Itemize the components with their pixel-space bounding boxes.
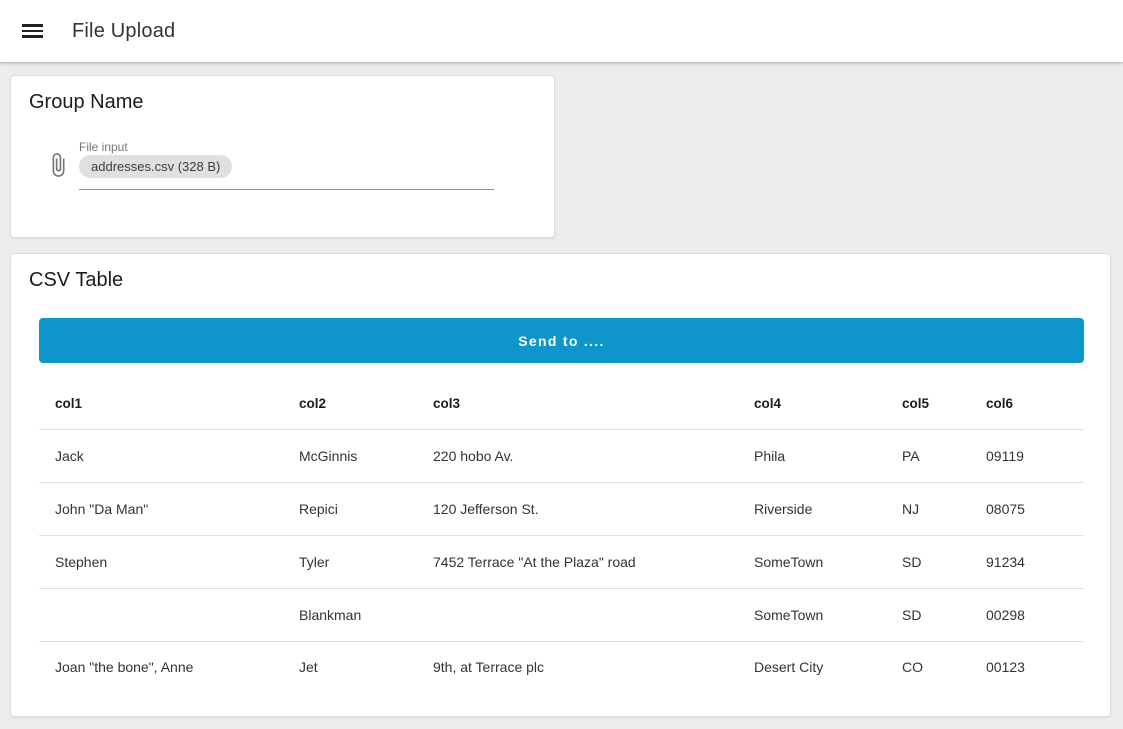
table-cell: 00298 bbox=[970, 588, 1084, 641]
table-row: JackMcGinnis220 hobo Av.PhilaPA09119 bbox=[39, 429, 1084, 482]
table-cell bbox=[417, 588, 738, 641]
card-title-group-name: Group Name bbox=[11, 76, 554, 116]
table-cell: Tyler bbox=[283, 535, 417, 588]
table-cell: SD bbox=[886, 535, 970, 588]
menu-button[interactable] bbox=[22, 19, 46, 43]
column-header-col1: col1 bbox=[39, 379, 283, 429]
page-title: File Upload bbox=[72, 20, 175, 43]
selected-file-chip[interactable]: addresses.csv (328 B) bbox=[79, 155, 232, 178]
table-cell: 9th, at Terrace plc bbox=[417, 641, 738, 693]
file-input-content: File input addresses.csv (328 B) bbox=[79, 141, 494, 190]
table-cell: Riverside bbox=[738, 482, 886, 535]
column-header-col6: col6 bbox=[970, 379, 1084, 429]
table-body: JackMcGinnis220 hobo Av.PhilaPA09119John… bbox=[39, 429, 1084, 693]
group-name-card: Group Name File input addresses.csv (328… bbox=[10, 75, 555, 238]
table-cell: 120 Jefferson St. bbox=[417, 482, 738, 535]
app-bar: File Upload bbox=[0, 0, 1123, 62]
column-header-col3: col3 bbox=[417, 379, 738, 429]
file-input-underline bbox=[79, 189, 494, 190]
file-input[interactable]: File input addresses.csv (328 B) bbox=[45, 141, 554, 190]
csv-table-card: CSV Table Send to .... col1col2col3col4c… bbox=[10, 253, 1111, 717]
table-cell: 08075 bbox=[970, 482, 1084, 535]
hamburger-menu-icon bbox=[22, 24, 43, 27]
table-cell: Joan "the bone", Anne bbox=[39, 641, 283, 693]
column-header-col4: col4 bbox=[738, 379, 886, 429]
table-cell: SD bbox=[886, 588, 970, 641]
table-cell: 09119 bbox=[970, 429, 1084, 482]
table-cell: CO bbox=[886, 641, 970, 693]
table-cell: Blankman bbox=[283, 588, 417, 641]
table-cell: John "Da Man" bbox=[39, 482, 283, 535]
table-cell: Jet bbox=[283, 641, 417, 693]
column-header-col5: col5 bbox=[886, 379, 970, 429]
table-cell: 00123 bbox=[970, 641, 1084, 693]
table-cell: McGinnis bbox=[283, 429, 417, 482]
card-title-csv-table: CSV Table bbox=[11, 254, 1110, 294]
send-to-button[interactable]: Send to .... bbox=[39, 318, 1084, 363]
table-cell: Jack bbox=[39, 429, 283, 482]
file-input-label: File input bbox=[79, 141, 494, 154]
table-cell: 91234 bbox=[970, 535, 1084, 588]
table-cell: SomeTown bbox=[738, 588, 886, 641]
paperclip-icon bbox=[45, 150, 71, 180]
table-cell: Desert City bbox=[738, 641, 886, 693]
csv-table: col1col2col3col4col5col6 JackMcGinnis220… bbox=[39, 379, 1084, 693]
table-row: Joan "the bone", AnneJet9th, at Terrace … bbox=[39, 641, 1084, 693]
table-cell: Repici bbox=[283, 482, 417, 535]
table-cell: NJ bbox=[886, 482, 970, 535]
table-cell: Phila bbox=[738, 429, 886, 482]
table-cell: SomeTown bbox=[738, 535, 886, 588]
table-cell: 220 hobo Av. bbox=[417, 429, 738, 482]
table-cell: PA bbox=[886, 429, 970, 482]
table-row: StephenTyler7452 Terrace "At the Plaza" … bbox=[39, 535, 1084, 588]
table-header-row: col1col2col3col4col5col6 bbox=[39, 379, 1084, 429]
table-row: Blankman SomeTownSD00298 bbox=[39, 588, 1084, 641]
page-content: Group Name File input addresses.csv (328… bbox=[0, 62, 1123, 717]
table-cell bbox=[39, 588, 283, 641]
table-cell: 7452 Terrace "At the Plaza" road bbox=[417, 535, 738, 588]
table-row: John "Da Man"Repici120 Jefferson St.Rive… bbox=[39, 482, 1084, 535]
table-cell: Stephen bbox=[39, 535, 283, 588]
column-header-col2: col2 bbox=[283, 379, 417, 429]
